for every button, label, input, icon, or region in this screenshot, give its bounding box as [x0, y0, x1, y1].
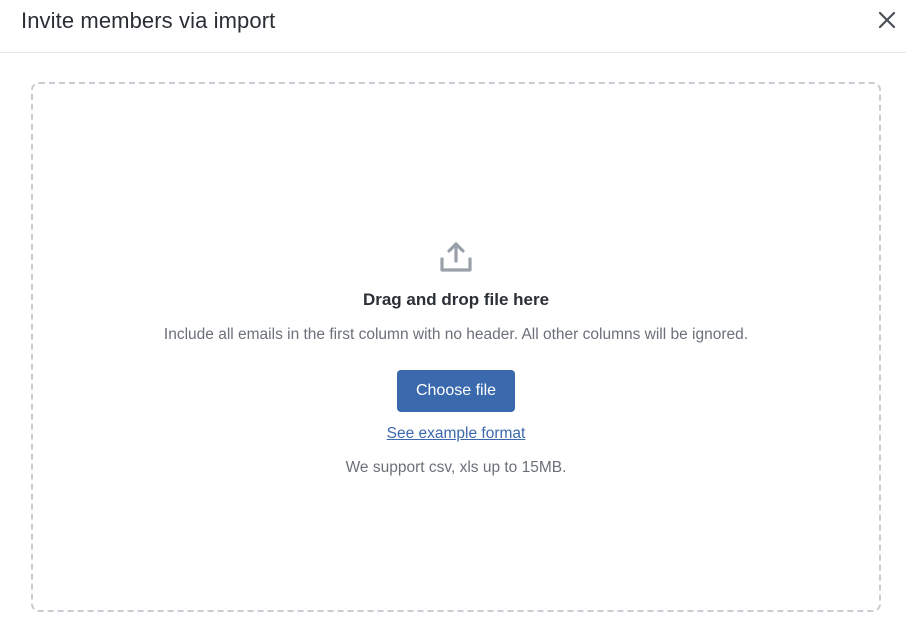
supported-formats-text: We support csv, xls up to 15MB.: [345, 459, 567, 476]
dropzone-hint: Include all emails in the first column w…: [163, 326, 749, 343]
dialog-header: Invite members via import: [0, 0, 906, 53]
choose-file-button[interactable]: Choose file: [397, 370, 515, 412]
close-button[interactable]: [876, 9, 898, 31]
upload-icon: [440, 242, 472, 272]
dropzone-content: Drag and drop file here Include all emai…: [33, 240, 879, 478]
see-example-format-link[interactable]: See example format: [387, 424, 526, 444]
close-icon: [878, 11, 896, 29]
import-members-dialog: Invite members via import Drag and drop …: [0, 0, 906, 628]
file-dropzone[interactable]: Drag and drop file here Include all emai…: [31, 82, 881, 612]
dropzone-title: Drag and drop file here: [362, 290, 550, 309]
dialog-title: Invite members via import: [21, 8, 276, 33]
